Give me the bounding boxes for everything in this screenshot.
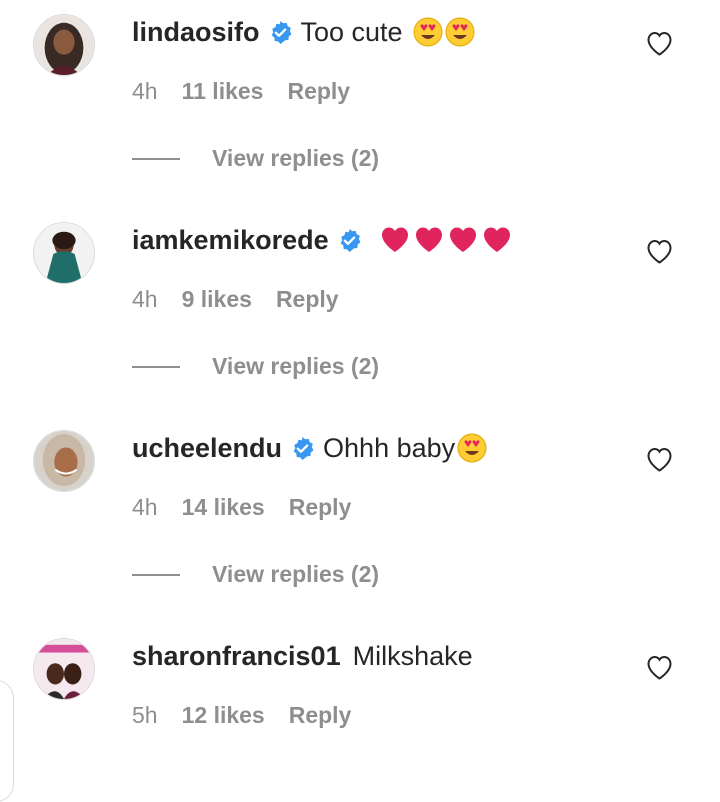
comment-body: Milkshake [352,640,473,671]
likes-count[interactable]: 9 likes [182,286,252,313]
comment-text-line: ucheelendu Ohhh baby [132,429,487,467]
divider [132,157,180,160]
username[interactable]: sharonfrancis01 [132,641,341,672]
comment-item: iamkemikorede 4h 9 likes Reply View repl… [0,208,720,416]
heart-outline-icon[interactable] [646,239,673,264]
timestamp: 5h [132,702,158,728]
timestamp: 4h [132,286,158,312]
divider [132,365,180,368]
red-heart-emoji [482,225,512,255]
avatar-image [34,15,94,75]
verified-badge-icon [290,436,315,461]
view-replies-button[interactable]: View replies (2) [132,145,379,172]
username[interactable]: iamkemikorede [132,225,329,256]
reply-button[interactable]: Reply [276,286,339,313]
comment-meta: 5h 12 likes Reply [132,702,351,729]
avatar-image [34,223,94,283]
verified-badge-icon [268,20,293,45]
timestamp: 4h [132,78,158,104]
comment-item: ucheelendu Ohhh baby 4h 14 likes Reply V… [0,416,720,624]
comment-text-line: iamkemikorede [132,221,512,259]
view-replies-label: View replies (2) [212,561,380,587]
red-heart-emoji [380,225,410,255]
avatar[interactable] [33,222,95,284]
view-replies-label: View replies (2) [212,145,380,171]
red-heart-emoji [448,225,478,255]
heart-eyes-emoji [413,17,443,47]
partial-panel-edge [0,680,14,802]
heart-eyes-emoji [445,17,475,47]
comment-item: lindaosifo Too cute 4h 11 likes Reply Vi… [0,0,720,208]
view-replies-label: View replies (2) [212,353,380,379]
heart-outline-icon[interactable] [646,655,673,680]
comment-meta: 4h 9 likes Reply [132,286,339,313]
comment-body: Too cute [300,16,403,47]
avatar[interactable] [33,430,95,492]
avatar-image [34,639,94,699]
reply-button[interactable]: Reply [289,702,352,729]
view-replies-button[interactable]: View replies (2) [132,561,379,588]
comment-text-line: lindaosifo Too cute [132,13,475,51]
comment-body: Ohhh baby [323,432,456,463]
avatar[interactable] [33,638,95,700]
heart-outline-icon[interactable] [646,447,673,472]
comment-meta: 4h 11 likes Reply [132,78,350,105]
comment-text-line: sharonfrancis01 Milkshake [132,637,473,675]
username[interactable]: lindaosifo [132,17,260,48]
username[interactable]: ucheelendu [132,433,282,464]
likes-count[interactable]: 14 likes [182,494,265,521]
emoji-group [411,17,475,47]
verified-badge-icon [337,228,362,253]
likes-count[interactable]: 12 likes [182,702,265,729]
emoji-group [378,225,512,255]
avatar-image [34,431,94,491]
comment-item: sharonfrancis01 Milkshake 5h 12 likes Re… [0,624,720,766]
avatar[interactable] [33,14,95,76]
view-replies-button[interactable]: View replies (2) [132,353,379,380]
reply-button[interactable]: Reply [287,78,350,105]
likes-count[interactable]: 11 likes [182,78,264,105]
heart-outline-icon[interactable] [646,31,673,56]
reply-button[interactable]: Reply [289,494,352,521]
red-heart-emoji [414,225,444,255]
divider [132,573,180,576]
comment-meta: 4h 14 likes Reply [132,494,351,521]
heart-eyes-emoji [457,433,487,463]
timestamp: 4h [132,494,158,520]
